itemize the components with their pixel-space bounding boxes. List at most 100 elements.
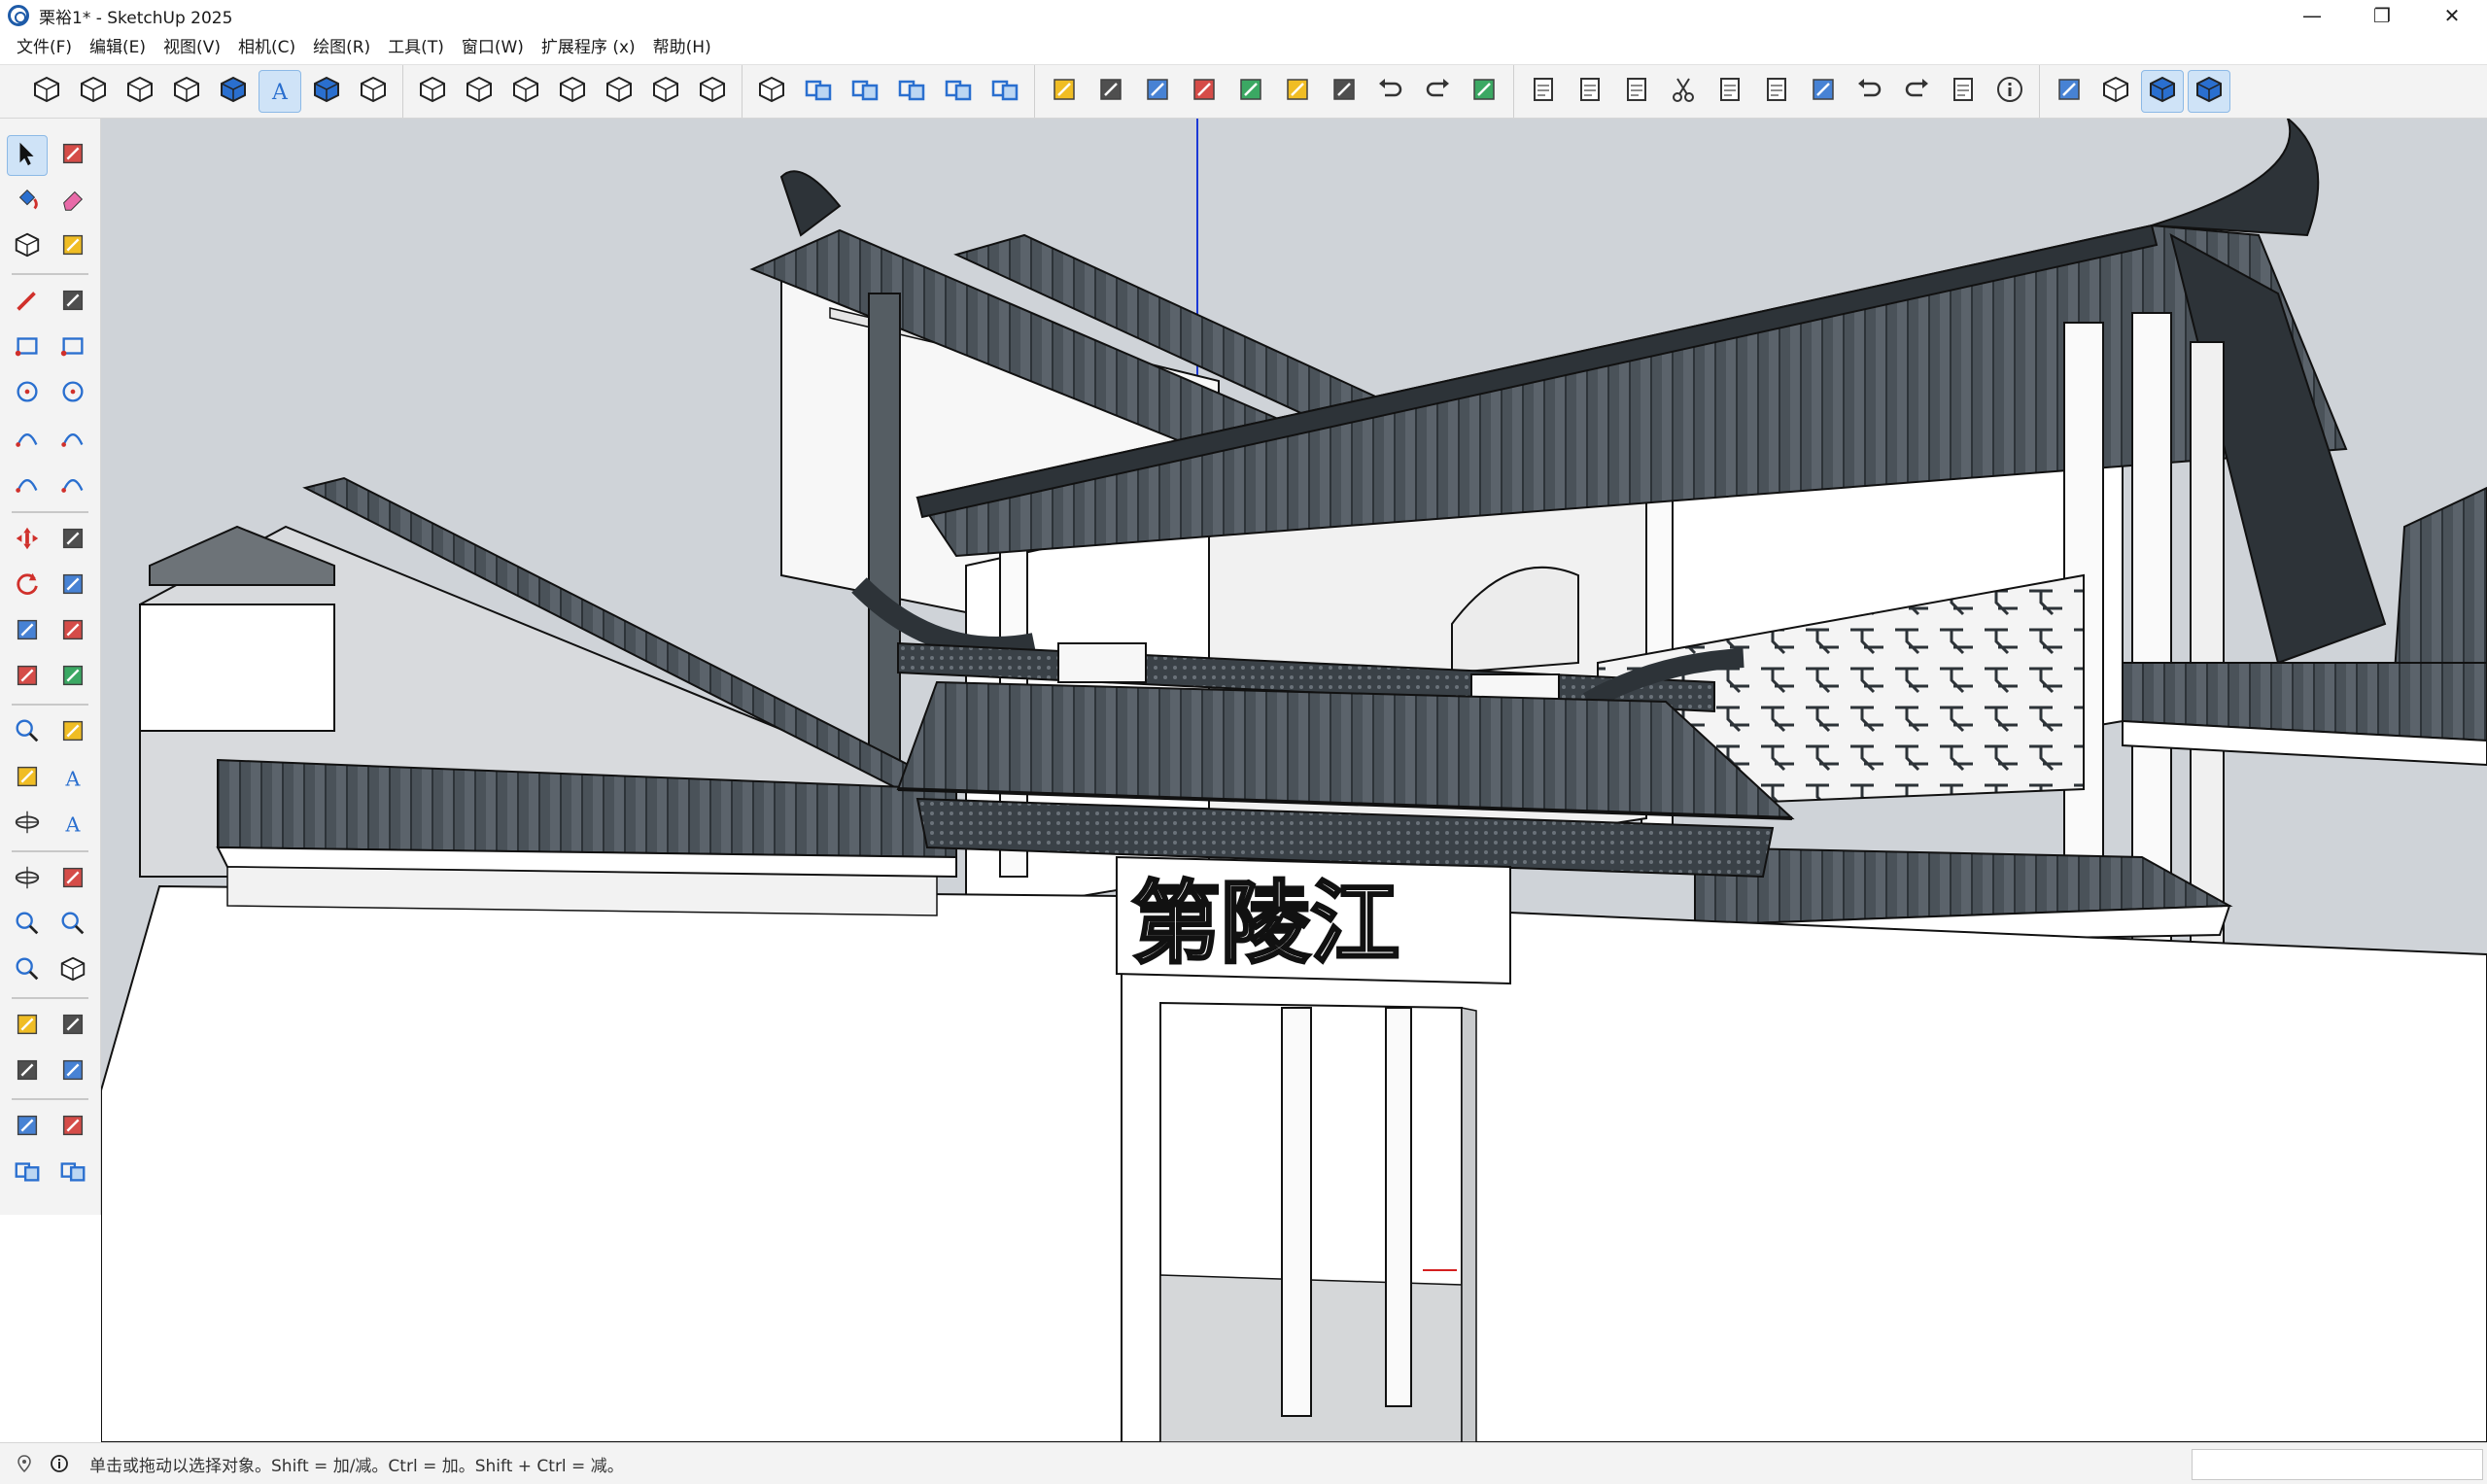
menu-window[interactable]: 窗口(W) — [453, 31, 533, 64]
layers-button[interactable] — [7, 1153, 48, 1193]
from-scratch-button[interactable] — [1089, 70, 1132, 113]
zoom-extents-button[interactable] — [7, 950, 48, 991]
tag-tool-button[interactable] — [52, 226, 93, 267]
paint-bucket-button[interactable] — [7, 181, 48, 222]
menu-edit[interactable]: 编辑(E) — [81, 31, 155, 64]
undo-button[interactable] — [1848, 70, 1891, 113]
zoom-tool-button[interactable] — [7, 905, 48, 946]
follow-me-button[interactable] — [52, 566, 93, 606]
warehouse-button[interactable] — [2141, 70, 2184, 113]
bottom-view-button[interactable] — [691, 70, 734, 113]
top-view-button[interactable] — [458, 70, 501, 113]
outer-shell-button[interactable] — [750, 70, 793, 113]
orbit-tool-button[interactable] — [7, 859, 48, 900]
sandbox-contours-button[interactable] — [7, 1107, 48, 1148]
pan-tool-button[interactable] — [52, 859, 93, 900]
model-canvas[interactable]: 第陵江 — [101, 119, 2487, 1442]
delete-button[interactable] — [1463, 70, 1505, 113]
walk-tool-button[interactable] — [52, 1006, 93, 1047]
add-detail-button[interactable] — [1276, 70, 1319, 113]
model-viewport[interactable]: 第陵江 — [101, 119, 2487, 1442]
protractor-button[interactable] — [7, 758, 48, 799]
left-view-button[interactable] — [644, 70, 687, 113]
smoove-button[interactable] — [1136, 70, 1179, 113]
close-button[interactable]: ✕ — [2417, 0, 2487, 31]
new-file-button[interactable] — [1522, 70, 1565, 113]
section-plane-button[interactable] — [52, 657, 93, 698]
lasso-select-button[interactable] — [52, 135, 93, 176]
flip-tool-button[interactable] — [7, 657, 48, 698]
3d-text-button[interactable]: A — [52, 804, 93, 845]
minimize-button[interactable]: — — [2277, 0, 2347, 31]
model-info-button[interactable] — [1988, 70, 2031, 113]
component-button[interactable] — [7, 226, 48, 267]
push-pull-button[interactable] — [52, 520, 93, 561]
redo-arrow-button[interactable] — [1416, 70, 1459, 113]
back-view-button[interactable] — [598, 70, 640, 113]
select-tool-button[interactable] — [6, 134, 48, 176]
layers-settings-button[interactable] — [52, 1153, 93, 1193]
front-view-button[interactable] — [504, 70, 547, 113]
menu-tools[interactable]: 工具(T) — [379, 31, 453, 64]
copy-button[interactable] — [1709, 70, 1751, 113]
rotated-rectangle-button[interactable] — [52, 328, 93, 368]
menu-extensions[interactable]: 扩展程序 (x) — [533, 31, 644, 64]
previous-view-button[interactable] — [52, 950, 93, 991]
axes-tool-button[interactable] — [7, 804, 48, 845]
three-point-arc-button[interactable] — [7, 465, 48, 505]
right-view-button[interactable] — [551, 70, 594, 113]
polygon-tool-button[interactable] — [52, 373, 93, 414]
flip-edge-button[interactable] — [1323, 70, 1365, 113]
geo-location-icon[interactable] — [14, 1453, 35, 1474]
rotate-tool-button[interactable] — [7, 566, 48, 606]
sandbox-scratch-button[interactable] — [52, 1107, 93, 1148]
arc-tool-button[interactable] — [7, 419, 48, 460]
from-contours-button[interactable] — [1043, 70, 1086, 113]
xray-style-button[interactable] — [25, 70, 68, 113]
info-icon[interactable] — [49, 1453, 70, 1474]
wireframe-style-button[interactable] — [119, 70, 161, 113]
two-point-arc-button[interactable] — [52, 419, 93, 460]
undo-arrow-button[interactable] — [1369, 70, 1412, 113]
position-camera-button[interactable] — [2048, 70, 2090, 113]
dimension-button[interactable] — [52, 712, 93, 753]
hiddenline-style-button[interactable] — [165, 70, 208, 113]
iso-view-button[interactable] — [411, 70, 454, 113]
pie-tool-button[interactable] — [52, 465, 93, 505]
circle-tool-button[interactable] — [7, 373, 48, 414]
subtract-button[interactable] — [890, 70, 933, 113]
position-camera-tool-button[interactable] — [7, 1006, 48, 1047]
redo-button[interactable] — [1895, 70, 1938, 113]
menu-help[interactable]: 帮助(H) — [644, 31, 720, 64]
freehand-tool-button[interactable] — [52, 282, 93, 323]
print-button[interactable] — [1942, 70, 1985, 113]
save-button[interactable] — [1615, 70, 1658, 113]
union-button[interactable] — [844, 70, 886, 113]
monochrome-style-button[interactable] — [305, 70, 348, 113]
section-display-button[interactable] — [52, 1052, 93, 1092]
eraser-button[interactable] — [52, 181, 93, 222]
rectangle-tool-button[interactable] — [7, 328, 48, 368]
cut-button[interactable] — [1662, 70, 1705, 113]
shaded-style-button[interactable] — [212, 70, 255, 113]
move-tool-button[interactable] — [7, 520, 48, 561]
backedges-style-button[interactable] — [72, 70, 115, 113]
line-tool-button[interactable] — [7, 282, 48, 323]
open-file-button[interactable] — [1569, 70, 1611, 113]
split-button[interactable] — [984, 70, 1026, 113]
erase-button[interactable] — [1802, 70, 1845, 113]
drape-button[interactable] — [1229, 70, 1272, 113]
paste-button[interactable] — [1755, 70, 1798, 113]
offset-tool-button[interactable] — [52, 611, 93, 652]
ambient-occlusion-style-button[interactable] — [352, 70, 395, 113]
stamp-button[interactable] — [1183, 70, 1226, 113]
tape-measure-button[interactable] — [7, 712, 48, 753]
measurements-box[interactable] — [2192, 1449, 2483, 1480]
menu-view[interactable]: 视图(V) — [155, 31, 229, 64]
shaded-textures-style-button[interactable]: A — [259, 70, 301, 113]
extension-warehouse-button[interactable] — [2188, 70, 2230, 113]
intersect-button[interactable] — [797, 70, 840, 113]
menu-camera[interactable]: 相机(C) — [229, 31, 304, 64]
components-button[interactable] — [2094, 70, 2137, 113]
restore-button[interactable]: ❐ — [2347, 0, 2417, 31]
